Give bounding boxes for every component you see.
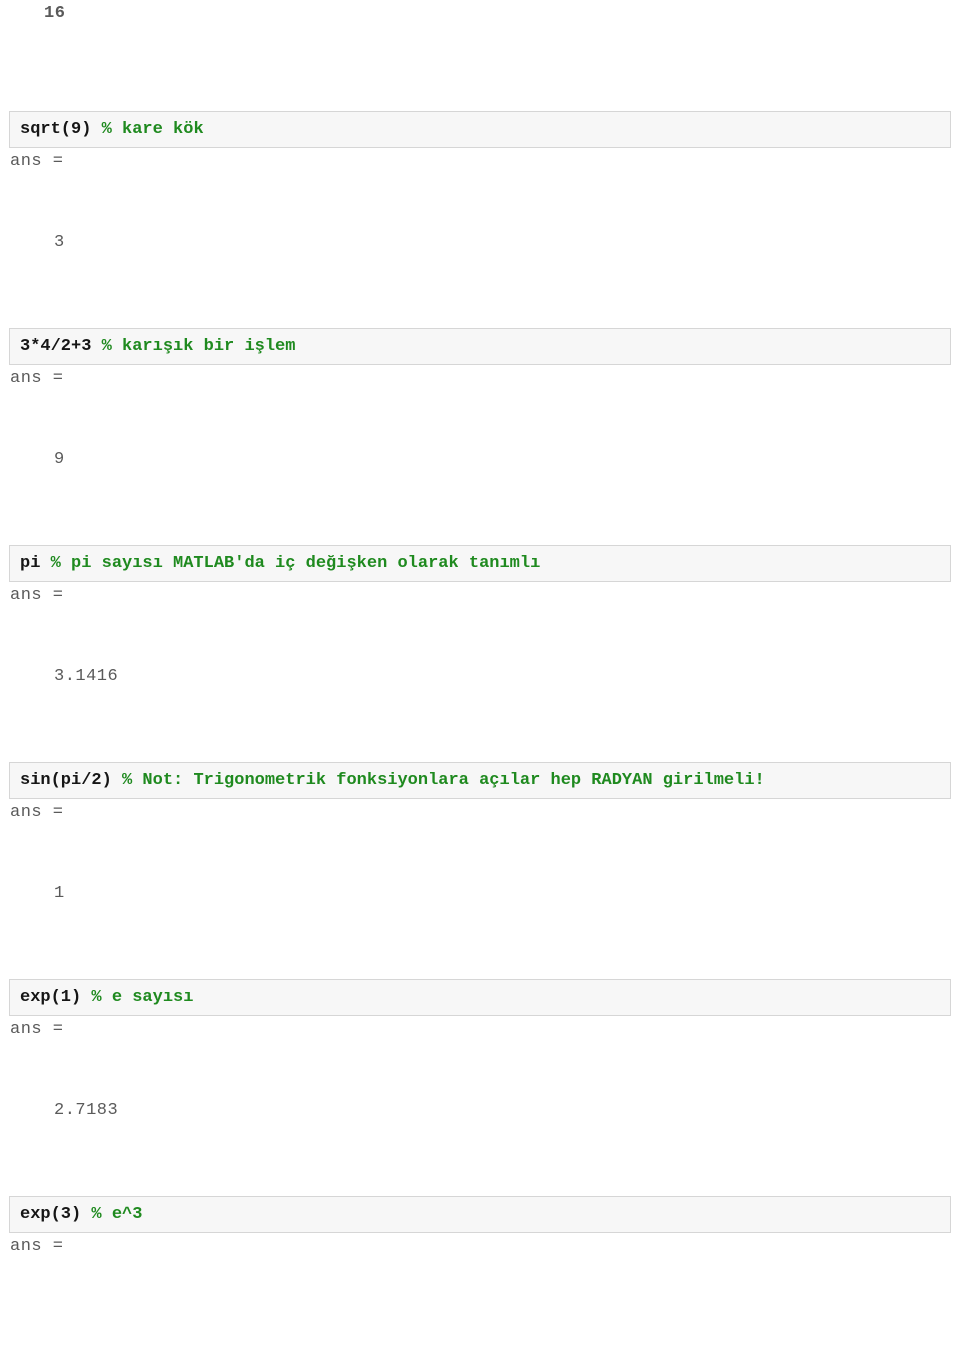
code-command: 3*4/2+3 [20,337,91,356]
code-input-box: sin(pi/2) % Not: Trigonometrik fonksiyon… [9,762,951,799]
code-input-box: 3*4/2+3 % karışık bir işlem [9,328,951,365]
code-comment: % pi sayısı MATLAB'da iç değişken olarak… [51,554,541,573]
code-command: pi [20,554,40,573]
spacer [0,388,960,450]
ans-value: 9 [0,450,960,469]
ans-label: ans = [0,1233,960,1256]
spacer [0,1039,960,1101]
spacer [0,605,960,667]
ans-value: 2.7183 [0,1101,960,1120]
spacer [0,903,960,971]
spacer [0,171,960,233]
spacer [0,23,960,103]
code-input-box: sqrt(9) % kare kök [9,111,951,148]
ans-value: 3 [0,233,960,252]
code-comment: % e sayısı [91,988,193,1007]
spacer [0,252,960,320]
spacer [0,1120,960,1188]
code-comment: % karışık bir işlem [102,337,296,356]
ans-label: ans = [0,799,960,822]
previous-output-value: 16 [0,0,960,23]
code-command: exp(3) [20,1205,81,1224]
code-input-box: exp(3) % e^3 [9,1196,951,1233]
code-comment: % Not: Trigonometrik fonksiyonlara açıla… [122,771,765,790]
spacer [0,686,960,754]
spacer [0,469,960,537]
ans-label: ans = [0,1016,960,1039]
ans-label: ans = [0,148,960,171]
ans-label: ans = [0,365,960,388]
ans-value: 3.1416 [0,667,960,686]
code-comment: % kare kök [102,120,204,139]
ans-label: ans = [0,582,960,605]
code-input-box: pi % pi sayısı MATLAB'da iç değişken ola… [9,545,951,582]
ans-value: 1 [0,884,960,903]
code-command: exp(1) [20,988,81,1007]
code-command: sin(pi/2) [20,771,112,790]
spacer [0,822,960,884]
code-input-box: exp(1) % e sayısı [9,979,951,1016]
code-comment: % e^3 [91,1205,142,1224]
code-command: sqrt(9) [20,120,91,139]
